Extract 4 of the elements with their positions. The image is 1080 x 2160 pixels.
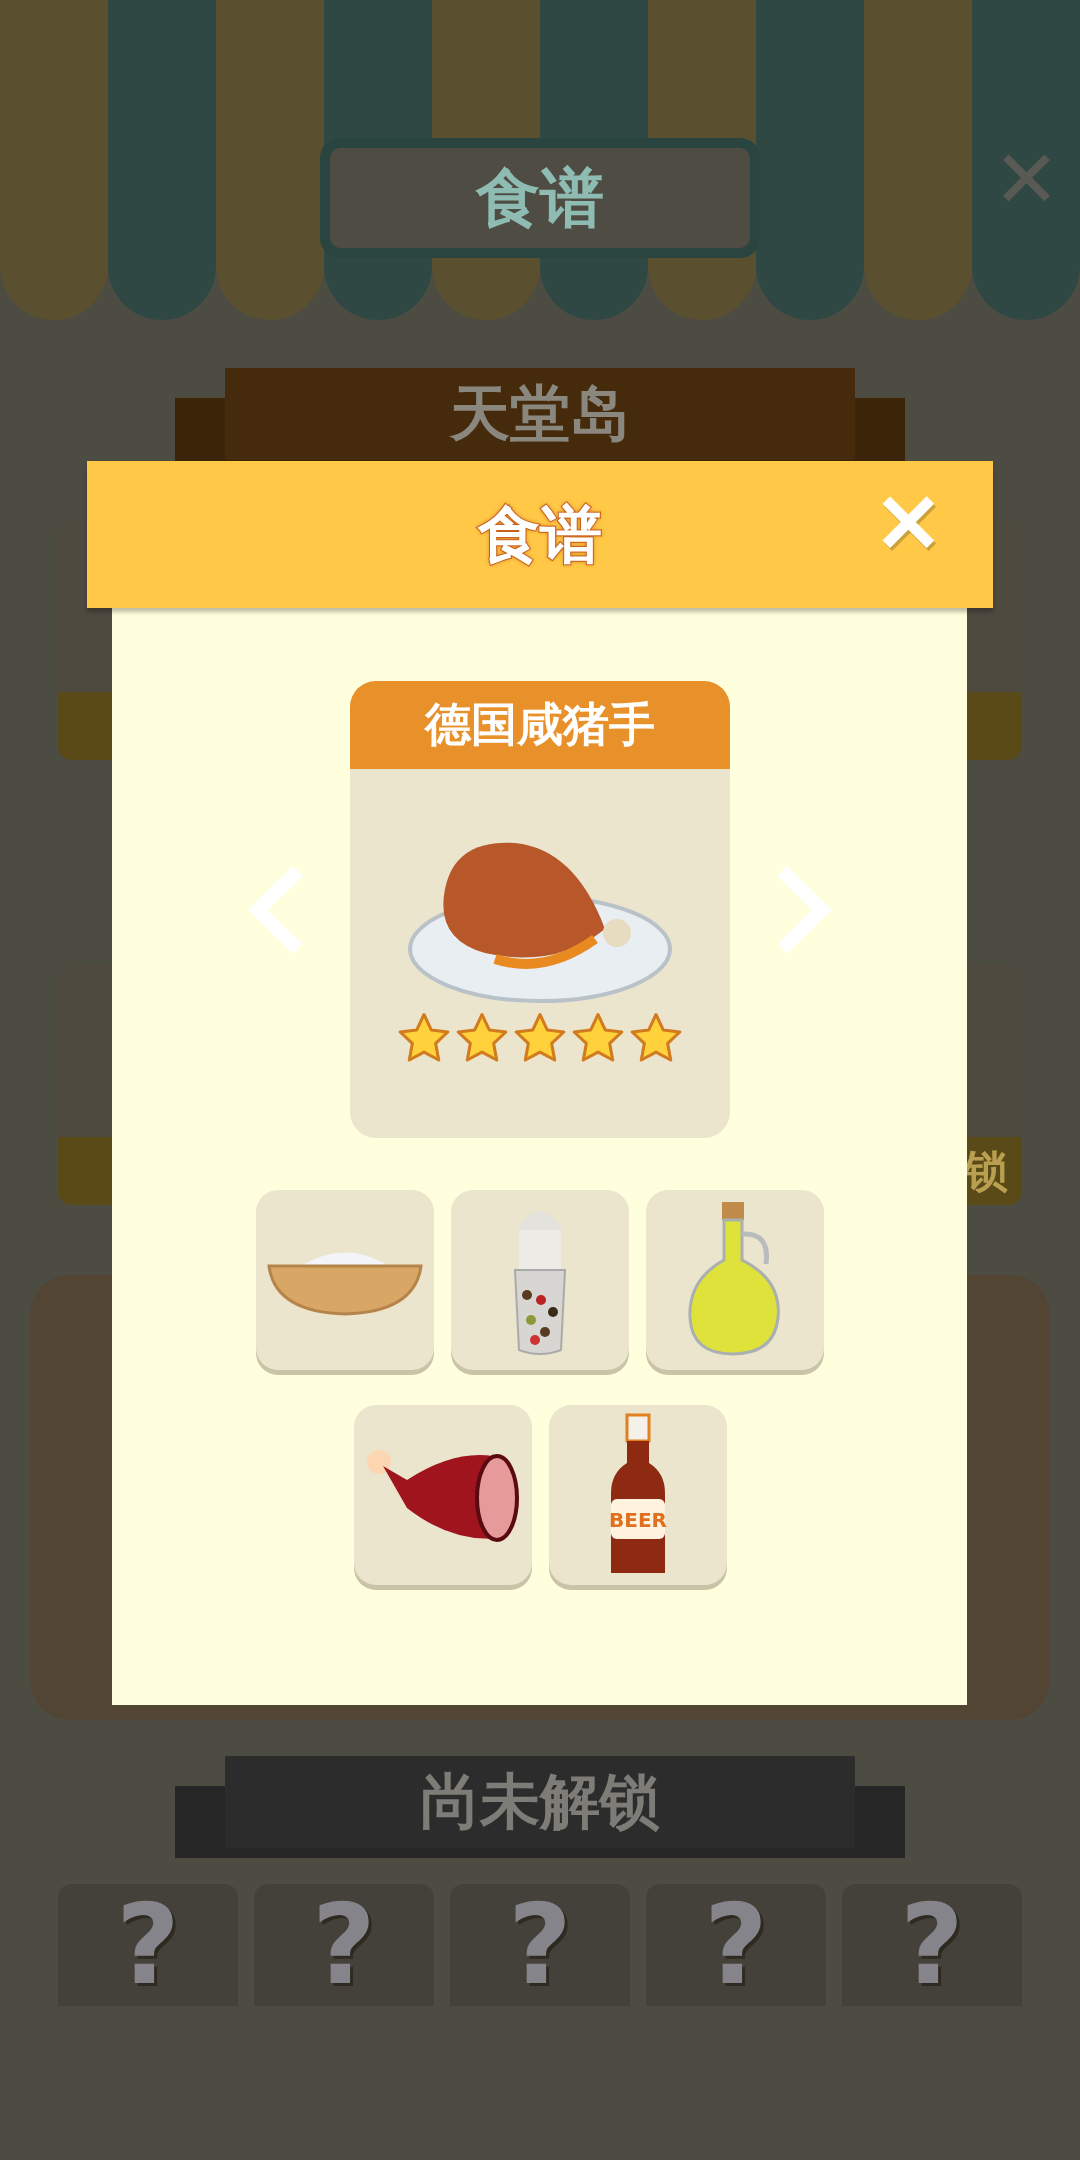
title-plaque: 食谱 [320, 138, 760, 258]
card-label: 锁 [964, 1143, 1008, 1198]
dish-name: 德国咸猪手 [350, 681, 730, 769]
modal-title: 食谱 [478, 496, 602, 573]
